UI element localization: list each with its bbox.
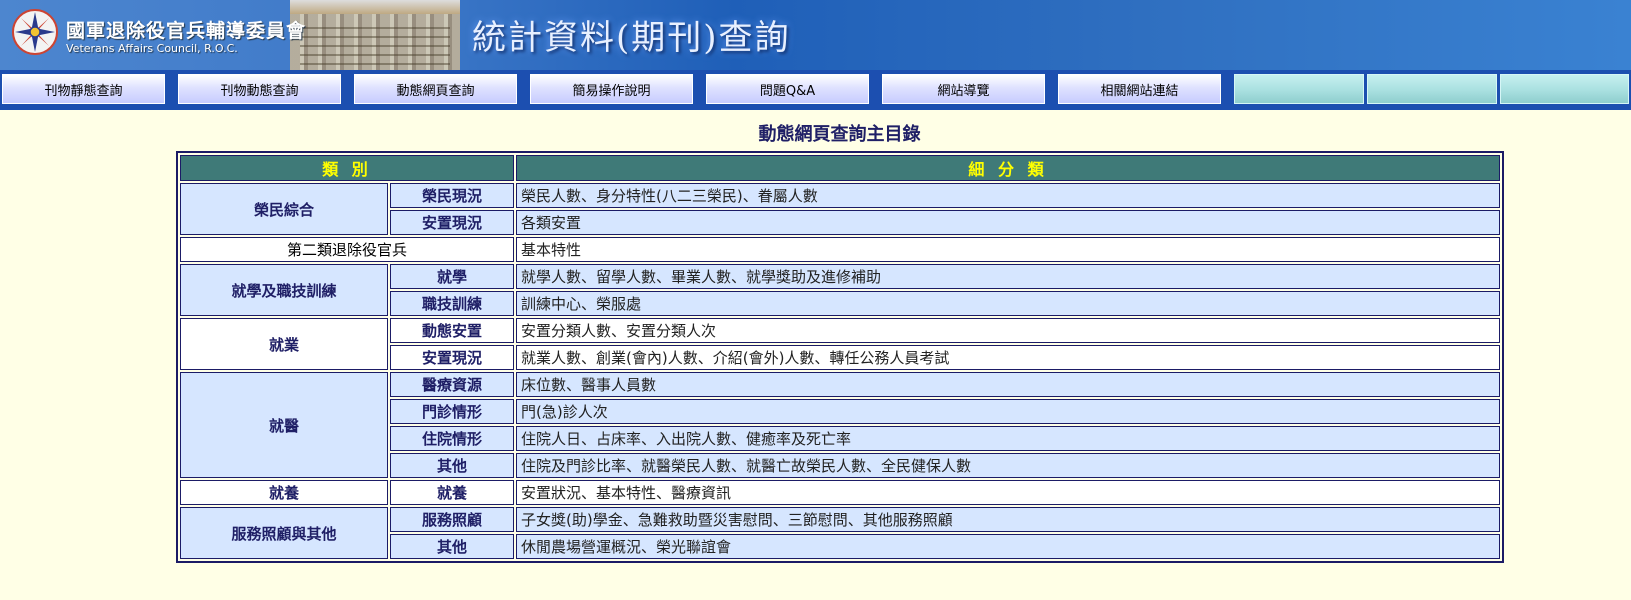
detail-cell: 門(急)診人次 xyxy=(516,399,1500,424)
subcategory-link[interactable]: 動態安置 xyxy=(390,318,515,343)
nav-item-faq[interactable]: 問題Q&A xyxy=(706,74,869,104)
nav-item-dynamic-web-query[interactable]: 動態網頁查詢 xyxy=(354,74,517,104)
table-row: 第二類退除役官兵 基本特性 xyxy=(180,237,1500,262)
page-title: 動態網頁查詢主目錄 xyxy=(758,124,921,145)
subcategory-link[interactable]: 安置現況 xyxy=(390,210,515,235)
detail-cell: 訓練中心、榮服處 xyxy=(516,291,1500,316)
column-header-subcategory: 細 分 類 xyxy=(516,155,1500,181)
org-name-cn: 國軍退除役官兵輔導委員會 xyxy=(66,20,307,42)
subcategory-link[interactable]: 安置現況 xyxy=(390,345,515,370)
site-title: 統計資料(期刊)查詢 xyxy=(472,18,791,58)
subcategory-link[interactable]: 醫療資源 xyxy=(390,372,515,397)
building-photo-roof xyxy=(290,0,460,14)
subcategory-link[interactable]: 榮民現況 xyxy=(390,183,515,208)
detail-cell: 就學人數、留學人數、畢業人數、就學獎助及進修補助 xyxy=(516,264,1500,289)
detail-cell: 床位數、醫事人員數 xyxy=(516,372,1500,397)
table-row: 服務照顧與其他 服務照顧 子女獎(助)學金、急難救助暨災害慰問、三節慰問、其他服… xyxy=(180,507,1500,559)
column-header-category: 類 別 xyxy=(180,155,515,181)
org-name-en: Veterans Affairs Council, R.O.C. xyxy=(66,42,238,55)
subcategory-link[interactable]: 其他 xyxy=(390,534,515,559)
category-cell[interactable]: 服務照顧與其他 xyxy=(180,507,388,559)
table-row: 就業 動態安置 安置分類人數、安置分類人次 xyxy=(180,318,1500,370)
detail-cell: 住院人日、占床率、入出院人數、健癒率及死亡率 xyxy=(516,426,1500,451)
detail-cell: 安置分類人數、安置分類人次 xyxy=(516,318,1500,343)
category-cell[interactable]: 就業 xyxy=(180,318,388,370)
detail-cell: 住院及門診比率、就醫榮民人數、就醫亡故榮民人數、全民健保人數 xyxy=(516,453,1500,478)
table-row: 就養 就養 安置狀況、基本特性、醫療資訊 xyxy=(180,480,1500,505)
subcategory-link[interactable]: 職技訓練 xyxy=(390,291,515,316)
site-banner: 國軍退除役官兵輔導委員會 Veterans Affairs Council, R… xyxy=(0,0,1631,70)
table-header-row: 類 別 細 分 類 xyxy=(180,155,1500,181)
nav-item-site-map[interactable]: 網站導覽 xyxy=(882,74,1045,104)
category-cell[interactable]: 就學及職技訓練 xyxy=(180,264,388,316)
detail-cell: 安置狀況、基本特性、醫療資訊 xyxy=(516,480,1500,505)
nav-blank-slot-1 xyxy=(1234,74,1364,104)
nav-blank-slot-3 xyxy=(1500,74,1629,104)
nav-item-static-query[interactable]: 刊物靜態查詢 xyxy=(2,74,165,104)
directory-table: 類 別 細 分 類 榮民綜合 榮民現況 榮民人數、身分特性(八二三榮民)、眷屬人… xyxy=(176,151,1504,563)
table-row: 就學及職技訓練 就學 就學人數、留學人數、畢業人數、就學獎助及進修補助 xyxy=(180,264,1500,316)
nav-item-dynamic-publication-query[interactable]: 刊物動態查詢 xyxy=(178,74,341,104)
category-cell[interactable]: 就養 xyxy=(180,480,388,505)
nav-item-user-guide[interactable]: 簡易操作說明 xyxy=(530,74,693,104)
subcategory-link[interactable]: 就養 xyxy=(390,480,515,505)
detail-cell: 子女獎(助)學金、急難救助暨災害慰問、三節慰問、其他服務照顧 xyxy=(516,507,1500,532)
table-row: 榮民綜合 榮民現況 榮民人數、身分特性(八二三榮民)、眷屬人數 xyxy=(180,183,1500,235)
detail-cell: 榮民人數、身分特性(八二三榮民)、眷屬人數 xyxy=(516,183,1500,208)
nav-blank-slot-2 xyxy=(1367,74,1497,104)
subcategory-link[interactable]: 住院情形 xyxy=(390,426,515,451)
detail-cell: 基本特性 xyxy=(516,237,1500,262)
subcategory-link[interactable]: 門診情形 xyxy=(390,399,515,424)
building-photo-windows xyxy=(300,20,450,68)
category-cell[interactable]: 就醫 xyxy=(180,372,388,478)
category-cell[interactable]: 榮民綜合 xyxy=(180,183,388,235)
emblem-icon[interactable] xyxy=(12,9,58,55)
detail-cell: 各類安置 xyxy=(516,210,1500,235)
table-row: 就醫 醫療資源 床位數、醫事人員數 xyxy=(180,372,1500,478)
subcategory-link[interactable]: 其他 xyxy=(390,453,515,478)
detail-cell: 休閒農場營運概況、榮光聯誼會 xyxy=(516,534,1500,559)
category-cell[interactable]: 第二類退除役官兵 xyxy=(180,237,515,262)
subcategory-link[interactable]: 就學 xyxy=(390,264,515,289)
detail-cell: 就業人數、創業(會內)人數、介紹(會外)人數、轉任公務人員考試 xyxy=(516,345,1500,370)
nav-item-related-links[interactable]: 相關網站連結 xyxy=(1058,74,1221,104)
main-nav: 刊物靜態查詢 刊物動態查詢 動態網頁查詢 簡易操作說明 問題Q&A 網站導覽 相… xyxy=(0,70,1631,110)
subcategory-link[interactable]: 服務照顧 xyxy=(390,507,515,532)
